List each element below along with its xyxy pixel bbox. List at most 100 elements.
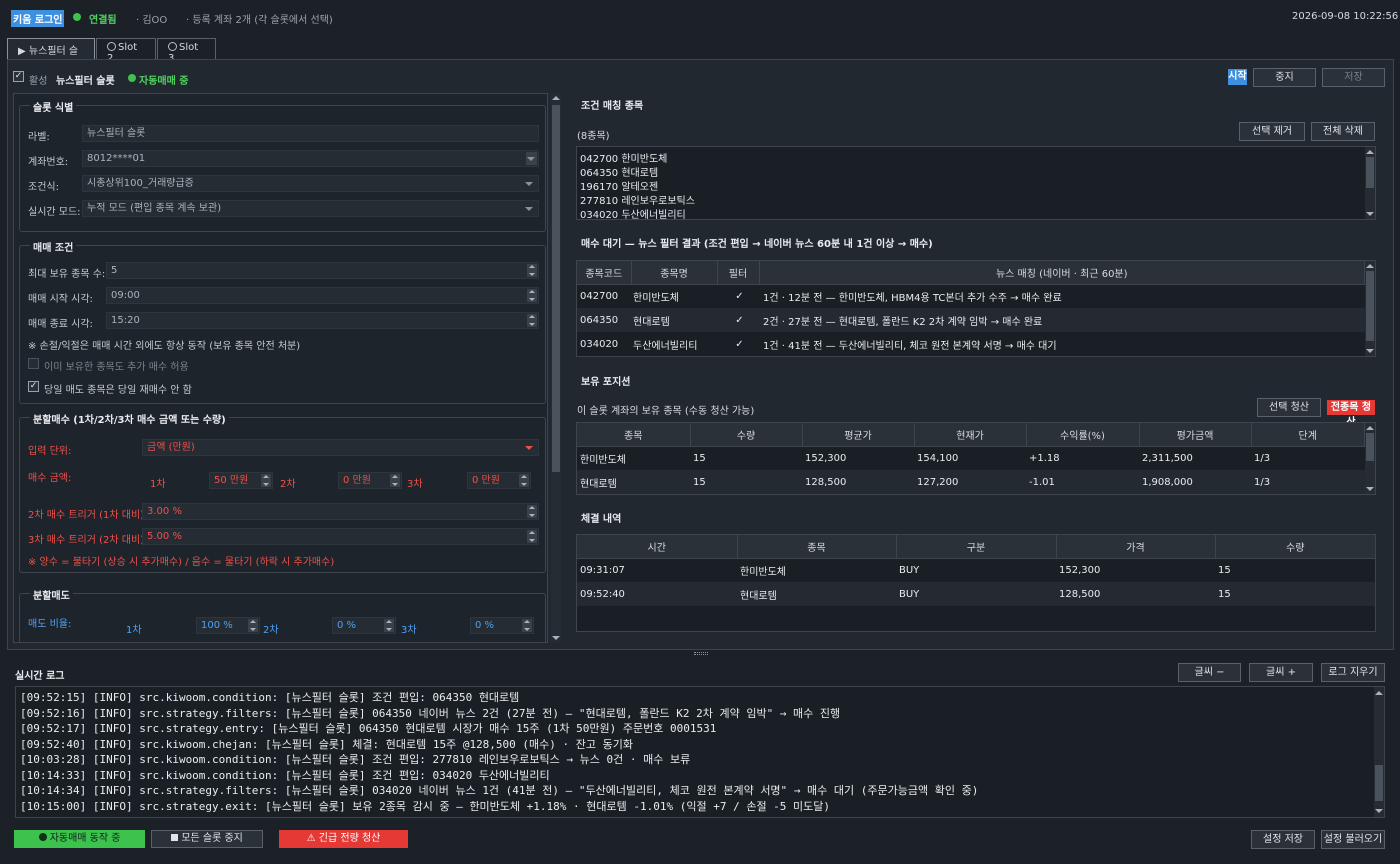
scroll-down-icon[interactable] (1366, 212, 1374, 216)
tab-slot-1[interactable]: ▶ 뉴스필터 슬롯 (7, 38, 95, 72)
scroll-up-icon[interactable] (552, 96, 560, 100)
auto-trading-status-button[interactable]: 자동매매 동작 중 (14, 830, 145, 848)
spin-button[interactable] (527, 530, 537, 543)
positions-table[interactable]: 종목 수량 평균가 현재가 수익률(%) 평가금액 단계 한미반도체 15 15… (576, 422, 1376, 495)
table-row[interactable]: 064350 현대로템 ✓ 2건 · 27분 전 — 현대로템, 폴란드 K2 … (577, 308, 1365, 332)
list-item[interactable]: 196170 알테오젠 (580, 178, 658, 193)
list-item[interactable]: 064350 현대로템 (580, 164, 658, 179)
column-header[interactable]: 단계 (1251, 423, 1365, 447)
tab-slot-3[interactable]: Slot 3 (157, 38, 216, 64)
active-checkbox[interactable]: ✓ (13, 71, 24, 82)
column-header[interactable]: 평가금액 (1139, 423, 1252, 447)
table-row[interactable]: 한미반도체 15 152,300 154,100 +1.18 2,311,500… (577, 446, 1365, 470)
sell-1-spinbox[interactable]: 100 % (196, 617, 260, 634)
scroll-up-icon[interactable] (1375, 691, 1383, 695)
sell-all-button[interactable]: 전종목 청산 (1327, 400, 1375, 428)
buy-wait-scrollbar[interactable] (1365, 261, 1375, 356)
table-row[interactable]: 현대로템 15 128,500 127,200 -1.01 1,908,000 … (577, 470, 1365, 494)
spin-button[interactable] (522, 619, 532, 632)
column-header[interactable]: 종목 (737, 535, 897, 559)
unit-combo[interactable]: 금액 (만원) (142, 439, 539, 456)
table-row[interactable]: 09:31:07 한미반도체 BUY 152,300 15 (577, 558, 1375, 582)
log-scrollbar[interactable] (1374, 687, 1384, 817)
scroll-thumb[interactable] (1375, 765, 1383, 801)
column-header[interactable]: 종목명 (631, 261, 718, 285)
remove-selected-button[interactable]: 선택 제거 (1239, 122, 1305, 141)
scroll-thumb[interactable] (1366, 433, 1374, 461)
splitter-handle[interactable] (694, 652, 708, 655)
column-header[interactable]: 필터 (717, 261, 760, 285)
table-row[interactable]: 042700 한미반도체 ✓ 1건 · 12분 전 — 한미반도체, HBM4용… (577, 284, 1365, 308)
buy-2-spinbox[interactable]: 0 만원 (338, 472, 402, 489)
matched-list[interactable]: 042700 한미반도체 064350 현대로템 196170 알테오젠 277… (576, 146, 1376, 221)
column-header[interactable]: 수량 (690, 423, 803, 447)
account-combo[interactable]: 8012****01 (82, 150, 539, 167)
column-header[interactable]: 가격 (1056, 535, 1216, 559)
spin-button[interactable] (527, 505, 537, 518)
column-header[interactable]: 수익률(%) (1026, 423, 1140, 447)
login-button[interactable]: 키움 로그인 (11, 10, 65, 27)
scroll-up-icon[interactable] (1366, 150, 1374, 154)
positions-scrollbar[interactable] (1365, 423, 1375, 494)
column-header[interactable]: 현재가 (914, 423, 1027, 447)
clear-log-button[interactable]: 로그 지우기 (1321, 663, 1385, 682)
font-increase-button[interactable]: 글씨 + (1249, 663, 1313, 682)
log-view[interactable]: [09:52:15] [INFO] src.kiwoom.condition: … (15, 686, 1385, 818)
settings-scrollbar[interactable] (551, 93, 561, 643)
scroll-thumb[interactable] (1366, 271, 1374, 341)
column-header[interactable]: 종목코드 (577, 261, 632, 285)
settings-scroll-area[interactable]: 슬롯 식별 라벨: 뉴스필터 슬롯 계좌번호: 8012****01 조건식: … (13, 93, 548, 643)
label-input[interactable]: 뉴스필터 슬롯 (82, 125, 539, 142)
tab-slot-2[interactable]: Slot 2 (96, 38, 156, 64)
scroll-down-icon[interactable] (552, 636, 560, 640)
scroll-down-icon[interactable] (1366, 487, 1374, 491)
allow-add-checkbox[interactable] (28, 358, 39, 369)
sell-3-spinbox[interactable]: 0 % (470, 617, 534, 634)
trigger-2-spinbox[interactable]: 3.00 % (142, 503, 539, 520)
stop-button[interactable]: 중지 (1253, 68, 1316, 87)
spin-button[interactable] (390, 474, 400, 487)
spin-button[interactable] (248, 619, 258, 632)
end-time-input[interactable]: 15:20 (106, 312, 539, 329)
mode-combo[interactable]: 누적 모드 (편입 종목 계속 보관) (82, 200, 539, 217)
emergency-sell-button[interactable]: ⚠ 긴급 전량 청산 (279, 830, 408, 848)
spin-button[interactable] (519, 474, 529, 487)
save-button[interactable]: 저장 (1322, 68, 1385, 87)
list-item[interactable]: 277810 레인보우로보틱스 (580, 192, 695, 207)
executions-table[interactable]: 시간 종목 구분 가격 수량 09:31:07 한미반도체 BUY 152,30… (576, 534, 1376, 632)
list-item[interactable]: 042700 한미반도체 (580, 150, 667, 165)
stop-all-button[interactable]: 모든 슬롯 중지 (151, 830, 263, 848)
table-row[interactable]: 034020 두산에너빌리티 ✓ 1건 · 41분 전 — 두산에너빌리티, 체… (577, 332, 1365, 356)
spin-button[interactable] (384, 619, 394, 632)
scroll-down-icon[interactable] (1375, 809, 1383, 813)
buy-3-spinbox[interactable]: 0 만원 (467, 472, 531, 489)
save-settings-button[interactable]: 설정 저장 (1251, 830, 1315, 849)
column-header[interactable]: 시간 (577, 535, 738, 559)
list-item[interactable]: 034020 두산에너빌리티 (580, 206, 686, 221)
column-header[interactable]: 평균가 (802, 423, 915, 447)
condition-combo[interactable]: 시총상위100_거래량급증 (82, 175, 539, 192)
column-header[interactable]: 뉴스 매칭 (네이버 · 최근 60분) (759, 261, 1365, 285)
sell-2-spinbox[interactable]: 0 % (332, 617, 396, 634)
scroll-down-icon[interactable] (1366, 349, 1374, 353)
font-decrease-button[interactable]: 글씨 − (1178, 663, 1241, 682)
buy-wait-table[interactable]: 종목코드 종목명 필터 뉴스 매칭 (네이버 · 최근 60분) 042700 … (576, 260, 1376, 357)
column-header[interactable]: 수량 (1215, 535, 1375, 559)
spin-button[interactable] (261, 474, 271, 487)
start-button[interactable]: 시작 (1228, 69, 1247, 85)
spin-button[interactable] (527, 314, 537, 327)
clear-all-button[interactable]: 전체 삭제 (1311, 122, 1375, 141)
matched-scrollbar[interactable] (1365, 147, 1375, 219)
buy-1-spinbox[interactable]: 50 만원 (209, 472, 273, 489)
scroll-thumb[interactable] (1366, 157, 1374, 188)
spin-button[interactable] (527, 264, 537, 277)
no-rebuy-checkbox[interactable]: ✓ (28, 381, 39, 392)
trigger-3-spinbox[interactable]: 5.00 % (142, 528, 539, 545)
load-settings-button[interactable]: 설정 불러오기 (1321, 830, 1385, 849)
sell-selected-button[interactable]: 선택 청산 (1257, 398, 1321, 417)
column-header[interactable]: 구분 (896, 535, 1057, 559)
max-hold-spinbox[interactable]: 5 (106, 262, 539, 279)
scroll-up-icon[interactable] (1366, 264, 1374, 268)
scroll-up-icon[interactable] (1366, 426, 1374, 430)
scroll-thumb[interactable] (552, 105, 560, 472)
